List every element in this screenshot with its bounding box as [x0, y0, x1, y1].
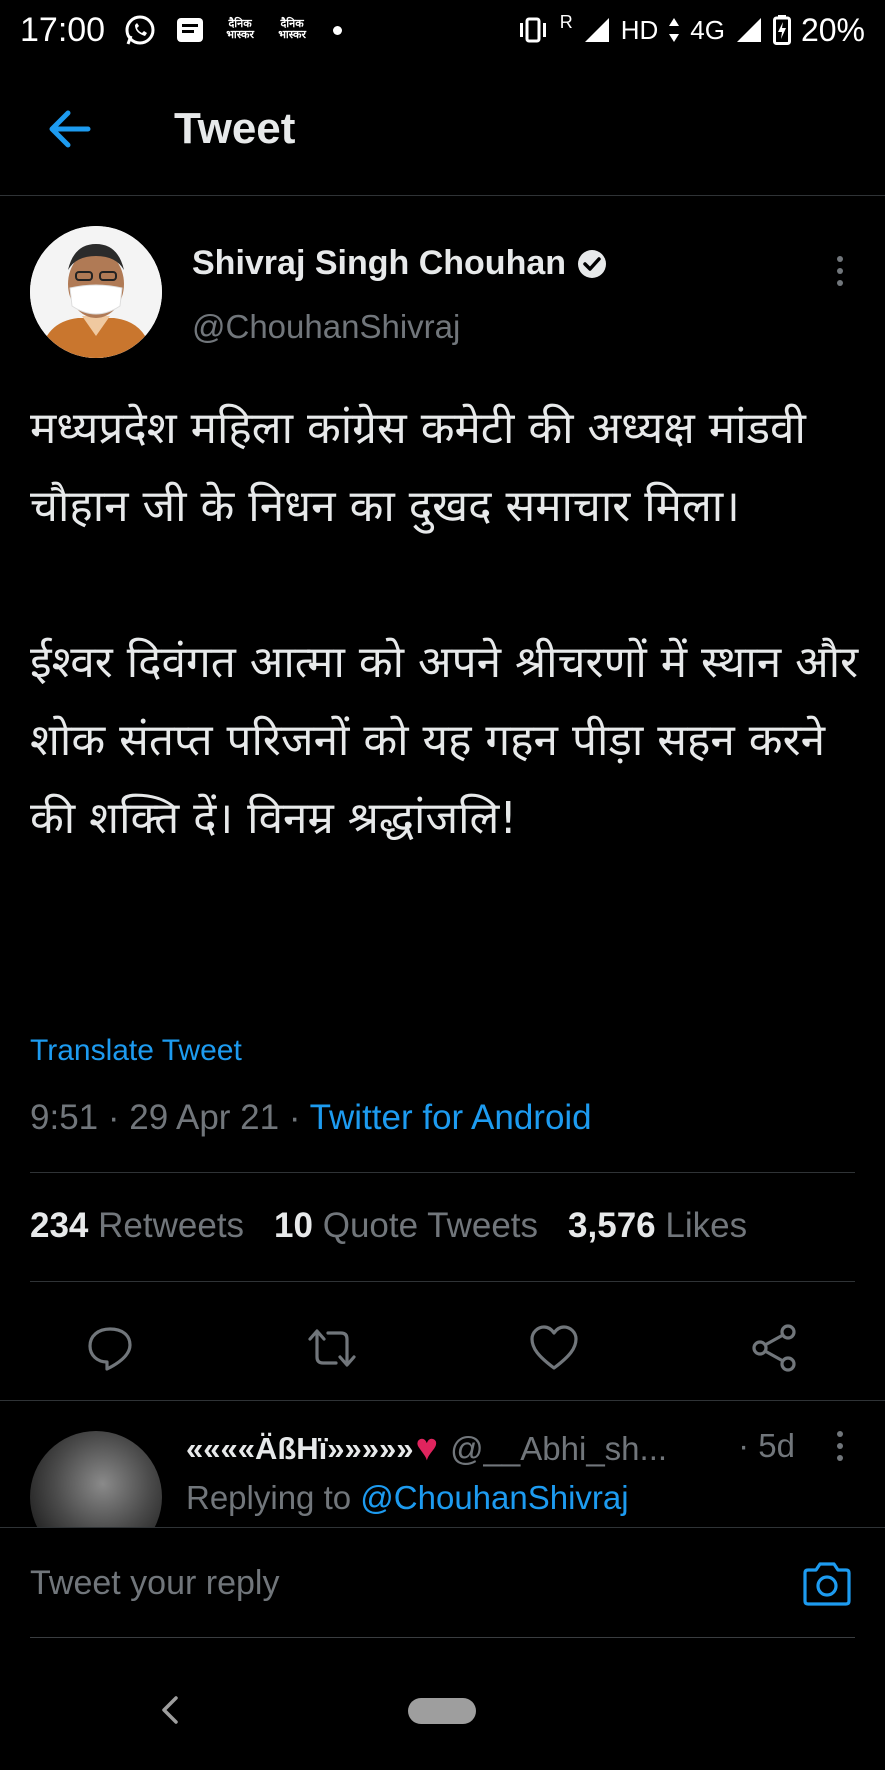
more-dot-icon	[837, 268, 843, 274]
reply-icon	[88, 1327, 132, 1371]
reply-header: ««««ÄßHï»»»»» ♥ @__Abhi_sh...	[186, 1427, 667, 1470]
tweet-author: Shivraj Singh Chouhan @ChouhanShivraj	[30, 226, 855, 358]
tweet-date: 29 Apr 21	[129, 1098, 280, 1137]
author-handle[interactable]: @ChouhanShivraj	[192, 308, 460, 346]
reply-button[interactable]	[80, 1318, 140, 1378]
tweet-text: मध्यप्रदेश महिला कांग्रेस कमेटी की अध्यक…	[30, 403, 859, 844]
camera-button[interactable]	[799, 1556, 855, 1612]
retweets-count: 234	[30, 1206, 89, 1245]
tweet-meta: 9:51 · 29 Apr 21 · Twitter for Android	[30, 1098, 592, 1138]
divider	[30, 1172, 855, 1173]
chevron-left-icon	[162, 1696, 178, 1724]
signal-icon	[583, 16, 611, 44]
retweet-icon	[308, 1329, 356, 1367]
battery-charging-icon	[772, 15, 791, 45]
verified-badge-icon	[576, 248, 608, 280]
message-icon	[175, 15, 205, 45]
system-back-button[interactable]	[150, 1688, 190, 1732]
more-dot-icon	[837, 1431, 843, 1437]
quotes-count: 10	[274, 1206, 313, 1245]
translate-tweet-link[interactable]: Translate Tweet	[30, 1034, 242, 1068]
divider	[30, 1281, 855, 1282]
author-name: Shivraj Singh Chouhan	[192, 244, 567, 282]
reply-author-name[interactable]: ««««ÄßHï»»»»»	[186, 1431, 414, 1467]
author-avatar-image	[30, 226, 162, 358]
share-button[interactable]	[744, 1318, 804, 1378]
reply-more-options-button[interactable]	[825, 1431, 855, 1471]
status-bar: 17:00 दैनिक भास्कर दैनिक भास्कर R HD 4G …	[0, 0, 885, 60]
quote-tweets-stat[interactable]: 10 Quote Tweets	[274, 1206, 538, 1246]
divider	[0, 1527, 885, 1528]
network-type-label: 4G	[690, 14, 725, 45]
likes-count: 3,576	[568, 1206, 656, 1245]
tweet-client-link[interactable]: Twitter for Android	[310, 1098, 592, 1137]
more-dot-icon	[837, 1443, 843, 1449]
back-button[interactable]	[34, 94, 104, 164]
more-dot-icon	[837, 256, 843, 262]
data-arrows-icon	[668, 17, 680, 43]
reply-input[interactable]	[30, 1564, 730, 1603]
divider	[0, 1400, 885, 1401]
home-pill-button[interactable]	[408, 1698, 476, 1724]
avatar[interactable]	[30, 226, 162, 358]
top-app-bar: Tweet	[0, 62, 885, 196]
meta-separator: ·	[288, 1098, 310, 1137]
vibrate-icon	[516, 16, 550, 44]
battery-level: 20%	[800, 11, 865, 48]
more-dot-icon	[837, 280, 843, 286]
replying-to-prefix: Replying to	[186, 1479, 352, 1516]
likes-stat[interactable]: 3,576 Likes	[568, 1206, 747, 1246]
camera-icon	[803, 1561, 851, 1606]
back-arrow-icon	[49, 110, 91, 147]
signal-icon-2	[735, 16, 763, 44]
roaming-indicator: R	[559, 11, 573, 32]
meta-separator: ·	[107, 1098, 130, 1137]
quotes-label: Quote Tweets	[322, 1206, 539, 1245]
reply-composer	[30, 1530, 855, 1638]
whatsapp-icon	[123, 13, 157, 47]
retweet-button[interactable]	[302, 1318, 362, 1378]
tweet-stats: 234 Retweets 10 Quote Tweets 3,576 Likes	[30, 1206, 747, 1246]
replying-to: Replying to @ChouhanShivraj	[186, 1479, 629, 1517]
heart-icon	[530, 1325, 578, 1370]
page-title: Tweet	[174, 103, 296, 153]
status-time: 17:00	[20, 10, 106, 49]
notification-dot-icon	[333, 25, 343, 35]
news-app-icon: दैनिक भास्कर	[226, 18, 254, 41]
retweets-stat[interactable]: 234 Retweets	[30, 1206, 244, 1246]
reply-author-handle[interactable]: @__Abhi_sh...	[450, 1430, 667, 1468]
system-navigation-bar	[0, 1670, 885, 1750]
more-options-button[interactable]	[825, 246, 855, 296]
heart-emoji-icon: ♥	[415, 1427, 439, 1469]
reply-time: · 5d	[738, 1427, 795, 1464]
author-name-row[interactable]: Shivraj Singh Chouhan	[192, 244, 608, 283]
news-app-icon-2: दैनिक भास्कर	[278, 18, 306, 41]
network-label: HD	[620, 14, 659, 45]
share-icon	[752, 1324, 796, 1372]
tweet-actions	[0, 1300, 885, 1390]
reply-tweet[interactable]: ««««ÄßHï»»»»» ♥ @__Abhi_sh... · 5d Reply…	[0, 1403, 885, 1528]
likes-label: Likes	[665, 1206, 748, 1245]
replying-to-mention[interactable]: @ChouhanShivraj	[360, 1479, 628, 1516]
like-button[interactable]	[524, 1318, 584, 1378]
retweets-label: Retweets	[98, 1206, 245, 1245]
avatar[interactable]	[30, 1431, 162, 1528]
tweet-time: 9:51	[30, 1098, 99, 1137]
more-dot-icon	[837, 1455, 843, 1461]
